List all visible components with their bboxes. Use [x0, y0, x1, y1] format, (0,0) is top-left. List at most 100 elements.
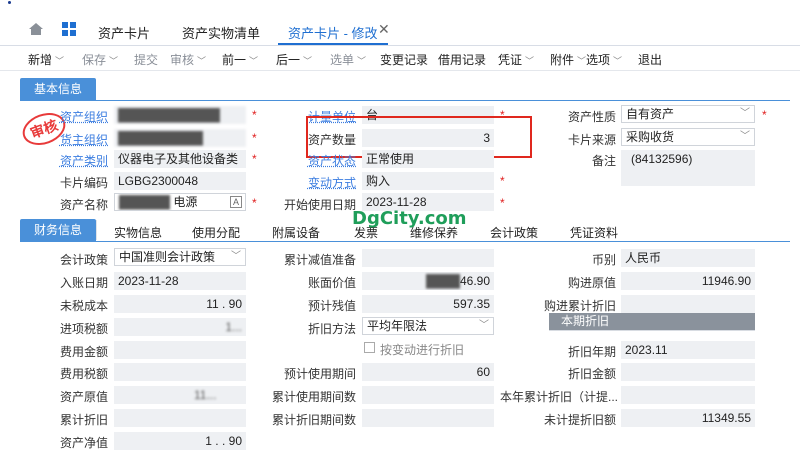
asset-nature-select[interactable]: 自有资产 ﹀ — [621, 105, 755, 123]
dep-amount-field[interactable] — [621, 363, 755, 381]
dep-year-field[interactable]: 2023.11 — [621, 341, 755, 359]
untaxed-cost-label: 未税成本 — [59, 299, 108, 313]
exit-button[interactable]: 退出 — [638, 51, 662, 68]
attachment-button[interactable]: 附件 ﹀ — [550, 51, 586, 68]
voucher-button[interactable]: 凭证 ﹀ — [498, 51, 534, 68]
next-button[interactable]: 后一 ﹀ — [276, 51, 312, 68]
tab-asset-list[interactable]: 资产实物清单 — [182, 23, 260, 42]
original-value-label: 资产原值 — [59, 390, 108, 404]
tab-accounting-policy[interactable]: 会计政策 — [490, 224, 538, 241]
fee-tax-field[interactable] — [114, 363, 246, 381]
save-button[interactable]: 保存 ﹀ — [82, 51, 118, 68]
dep-by-change-checkbox[interactable] — [364, 342, 375, 353]
purchase-value-label: 购进原值 — [567, 276, 616, 290]
dep-periods-field[interactable] — [362, 409, 494, 427]
used-periods-field[interactable] — [362, 386, 494, 404]
dep-by-change-label: 按变动进行折旧 — [380, 343, 465, 357]
acc-dep-field[interactable] — [114, 409, 246, 427]
status-field[interactable]: 正常使用 — [362, 150, 494, 168]
untaxed-cost-field[interactable]: 11 . 90 — [114, 295, 246, 313]
app-logo-dot — [8, 1, 11, 4]
chevron-down-icon: ﹀ — [613, 56, 623, 66]
submit-button[interactable]: 提交 — [134, 51, 158, 68]
fee-tax-label: 费用税额 — [59, 367, 108, 381]
multilang-icon[interactable]: A — [230, 196, 242, 208]
residual-field[interactable]: 597.35 — [362, 295, 494, 313]
fee-amount-field[interactable] — [114, 341, 246, 359]
input-tax-field[interactable]: 1... — [114, 318, 246, 336]
original-value-field[interactable]: 11... — [114, 386, 246, 404]
chevron-down-icon: ﹀ — [357, 56, 367, 66]
card-source-select[interactable]: 采购收货 ﹀ — [621, 128, 755, 146]
chevron-down-icon: ﹀ — [109, 56, 119, 66]
chevron-down-icon: ﹀ — [577, 56, 587, 66]
tab-asset-card[interactable]: 资产卡片 — [98, 23, 150, 42]
chevron-down-icon: ﹀ — [55, 56, 65, 66]
basic-info-tab[interactable]: 基本信息 — [20, 78, 96, 100]
asset-category-label[interactable]: 资产类别 — [50, 152, 108, 169]
policy-select[interactable]: 中国准则会计政策 ﹀ — [114, 248, 246, 266]
asset-name-field[interactable]: ██████ 电源 — [114, 193, 246, 211]
net-value-field[interactable]: 1 . . 90 — [114, 432, 246, 450]
required-mark: * — [252, 152, 257, 166]
change-record-button[interactable]: 变更记录 — [380, 51, 428, 68]
dep-method-select[interactable]: 平均年限法 ﹀ — [362, 317, 494, 335]
status-label[interactable]: 资产状态 — [300, 152, 356, 169]
net-value-label: 资产净值 — [59, 436, 108, 450]
tab-finance-info[interactable]: 财务信息 — [20, 219, 96, 241]
previous-button[interactable]: 前一 ﹀ — [222, 51, 258, 68]
home-icon[interactable] — [28, 22, 44, 39]
card-source-label: 卡片来源 — [567, 133, 616, 147]
change-method-field[interactable]: 购入 — [362, 172, 494, 190]
acc-dep-label: 累计折旧 — [59, 413, 108, 427]
impairment-label: 累计减值准备 — [283, 253, 356, 267]
asset-nature-label: 资产性质 — [567, 110, 616, 124]
new-button[interactable]: 新增 ﹀ — [28, 51, 64, 68]
apps-grid-icon[interactable] — [62, 22, 76, 39]
undep-label: 未计提折旧额 — [543, 413, 616, 427]
fee-amount-label: 费用金额 — [59, 345, 108, 359]
basic-info-divider — [20, 100, 790, 101]
audit-button[interactable]: 审核 ﹀ — [170, 51, 206, 68]
year-acc-dep-label: 本年累计折旧（计提... — [500, 390, 619, 404]
tab-asset-card-edit[interactable]: 资产卡片 - 修改 — [288, 23, 378, 42]
owner-org-field[interactable]: ██████████ — [114, 129, 246, 147]
this-period-header: 本期折旧 — [549, 313, 755, 330]
purchase-value-field[interactable]: 11946.90 — [621, 272, 755, 290]
asset-org-label[interactable]: 资产组织 — [50, 108, 108, 125]
owner-org-label[interactable]: 货主组织 — [50, 131, 108, 148]
book-value-field[interactable]: ████46.90 — [362, 272, 494, 290]
tab-accessories[interactable]: 附属设备 — [272, 224, 320, 241]
borrow-record-button[interactable]: 借用记录 — [438, 51, 486, 68]
qty-field[interactable]: 3 — [362, 129, 494, 147]
asset-org-field[interactable]: ████████████ — [114, 106, 246, 124]
currency-field[interactable]: 人民币 — [621, 249, 755, 267]
watermark: DgCity.com — [352, 208, 467, 229]
required-mark: * — [252, 131, 257, 145]
purchase-acc-dep-field[interactable] — [621, 295, 755, 313]
life-label: 预计使用期间 — [283, 367, 356, 381]
change-method-label[interactable]: 变动方式 — [300, 174, 356, 191]
select-button[interactable]: 选单 ﹀ — [330, 51, 366, 68]
card-no-field[interactable]: LGBG2300048 — [114, 172, 246, 190]
chevron-down-icon: ﹀ — [303, 56, 313, 66]
undep-field[interactable]: 11349.55 — [621, 409, 755, 427]
entry-date-field[interactable]: 2023-11-28 — [114, 272, 246, 290]
tab-voucher-data[interactable]: 凭证资料 — [570, 224, 618, 241]
tab-physical-info[interactable]: 实物信息 — [114, 224, 162, 241]
impairment-field[interactable] — [362, 249, 494, 267]
year-acc-dep-field[interactable] — [621, 386, 755, 404]
life-field[interactable]: 60 — [362, 363, 494, 381]
chevron-down-icon: ﹀ — [231, 251, 241, 262]
remark-field[interactable]: (84132596) — [621, 150, 755, 186]
currency-label: 币别 — [591, 253, 616, 267]
asset-category-field[interactable]: 仪器电子及其他设备类 — [114, 150, 246, 168]
start-date-label: 开始使用日期 — [283, 198, 356, 212]
options-button[interactable]: 选项 ﹀ — [586, 51, 622, 68]
book-value-label: 账面价值 — [307, 276, 356, 290]
required-mark: * — [762, 108, 767, 122]
tab-allocation[interactable]: 使用分配 — [192, 224, 240, 241]
close-tab-icon[interactable]: ✕ — [378, 21, 390, 38]
finance-divider — [20, 241, 790, 242]
dep-year-label: 折旧年期 — [567, 345, 616, 359]
